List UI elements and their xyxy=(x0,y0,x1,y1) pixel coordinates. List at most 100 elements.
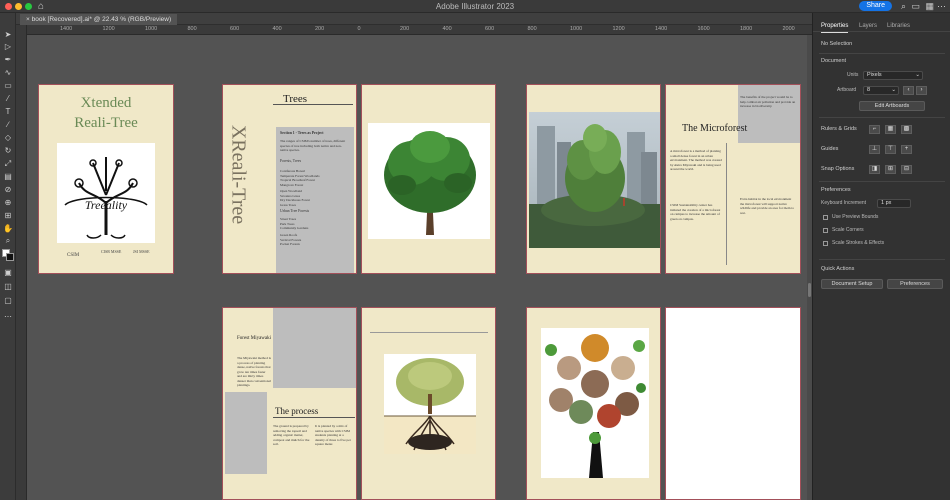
smart-guides-icon[interactable]: + xyxy=(901,145,912,154)
tools-panel: ➤ ▷ ✒ ∿ ▭ ⁄ T ∕ ◇ ↻ ⤢ ▤ ⊘ ⊕ ⊞ ✋ ⌕ ▣ ◫ ▢ … xyxy=(0,13,16,500)
use-preview-bounds-checkbox[interactable] xyxy=(823,215,828,220)
direct-selection-tool-icon[interactable]: ▷ xyxy=(3,43,13,51)
tab-layers[interactable]: Layers xyxy=(859,20,877,32)
type-tool-icon[interactable]: T xyxy=(3,108,13,116)
urban-list-c: Street Trees Park Trees Community Garden… xyxy=(280,217,309,230)
units-select[interactable]: Pixels ⌄ xyxy=(863,71,923,80)
artboard-prev-icon[interactable]: ‹ xyxy=(903,86,914,95)
tree-photo xyxy=(368,123,490,239)
guides-label: Guides xyxy=(821,146,839,152)
scale-tool-icon[interactable]: ⤢ xyxy=(3,160,13,168)
line-tool-icon[interactable]: ∕ xyxy=(3,121,13,129)
artboard-next-icon[interactable]: › xyxy=(916,86,927,95)
document-tab[interactable]: × book [Recovered].ai* @ 22.43 % (RGB/Pr… xyxy=(20,14,178,25)
artboard-collage[interactable] xyxy=(526,307,661,500)
ruler-tick-label: 400 xyxy=(442,26,452,32)
microforest-right-bottom-paragraph: Extra habitat in the local environment t… xyxy=(740,197,794,215)
artboard-tree-photo[interactable] xyxy=(361,84,496,274)
grid-icon[interactable]: ▦ xyxy=(885,125,896,134)
rotate-tool-icon[interactable]: ↻ xyxy=(3,147,13,155)
document-setup-button[interactable]: Document Setup xyxy=(821,279,883,289)
ruler-tick-label: 1000 xyxy=(570,26,583,32)
pen-tool-icon[interactable]: ✒ xyxy=(3,56,13,64)
chevron-down-icon: ⌄ xyxy=(915,72,920,78)
process-left-paragraph: The ground is prepared by removing the t… xyxy=(273,424,310,446)
ruler-tick-label: 800 xyxy=(187,26,197,32)
lock-guides-icon[interactable]: ⊤ xyxy=(885,145,896,154)
scale-strokes-checkbox[interactable] xyxy=(823,241,828,246)
workspace-icon[interactable]: ▦ xyxy=(925,0,934,12)
top-rule xyxy=(370,332,488,333)
cover-footer-mid: CISR MSSE xyxy=(101,249,122,254)
column-divider xyxy=(726,143,727,265)
artboard-roots[interactable] xyxy=(361,307,496,500)
collage-tree-image xyxy=(541,328,649,478)
window-title-bar: ⌂ Adobe Illustrator 2023 Share ⌕ ▭ ▦ ⋯ xyxy=(0,0,950,13)
edit-toolbar-icon[interactable]: ⋯ xyxy=(3,313,13,321)
tab-properties[interactable]: Properties xyxy=(821,20,849,33)
keyboard-increment-label: Keyboard Increment xyxy=(821,200,867,206)
tab-libraries[interactable]: Libraries xyxy=(887,20,910,32)
panel-divider xyxy=(819,117,945,118)
selection-tool-icon[interactable]: ➤ xyxy=(3,31,13,39)
brush-tool-icon[interactable]: ⁄ xyxy=(3,95,13,103)
screen-mode-icon[interactable]: ▢ xyxy=(3,297,13,305)
gradient-tool-icon[interactable]: ▤ xyxy=(3,173,13,181)
artboard-blank[interactable] xyxy=(665,307,801,500)
eyedropper-tool-icon[interactable]: ⊘ xyxy=(3,186,13,194)
artboard-trees[interactable]: Trees XReali-Tree Section 1 - Trees as P… xyxy=(222,84,357,274)
blend-tool-icon[interactable]: ⊕ xyxy=(3,199,13,207)
curvature-tool-icon[interactable]: ∿ xyxy=(3,69,13,77)
edit-artboards-button[interactable]: Edit Artboards xyxy=(859,101,925,111)
panel-divider xyxy=(819,259,945,260)
artboard-microforest-render[interactable] xyxy=(526,84,661,274)
artboard-microforest-text[interactable]: The Microforest A microforest is a metho… xyxy=(665,84,801,274)
preferences-button[interactable]: Preferences xyxy=(887,279,943,289)
properties-panel: Properties Layers Libraries No Selection… xyxy=(812,13,950,500)
ruler-tick-label: 1400 xyxy=(60,26,73,32)
zoom-tool-icon[interactable]: ⌕ xyxy=(3,237,13,245)
artboard-cover[interactable]: Xtended Reali-Tree Treeality CSIM CISR M… xyxy=(38,84,174,274)
ruler-tick-label: 1600 xyxy=(697,26,710,32)
process-right-paragraph: It is planted by a mix of native species… xyxy=(315,424,351,446)
vertical-title: XReali-Tree xyxy=(227,124,250,225)
rectangle-tool-icon[interactable]: ▭ xyxy=(3,82,13,90)
artboard-process[interactable]: Forest Miyawaki The Miyawaki method is a… xyxy=(222,307,357,500)
transparency-grid-icon[interactable]: ▩ xyxy=(901,125,912,134)
hand-tool-icon[interactable]: ✋ xyxy=(3,225,13,233)
snap-to-pixel-icon[interactable]: ⊞ xyxy=(885,165,896,174)
eraser-tool-icon[interactable]: ◇ xyxy=(3,134,13,142)
help-icon[interactable]: ⋯ xyxy=(937,0,946,12)
ruler-tick-label: 800 xyxy=(527,26,537,32)
artboard-tool-icon[interactable]: ⊞ xyxy=(3,212,13,220)
scale-corners-checkbox[interactable] xyxy=(823,228,828,233)
color-mode-icon[interactable]: ▣ xyxy=(3,269,13,277)
artboard-label: Artboard xyxy=(837,87,857,93)
artboard-select[interactable]: 8 ⌄ xyxy=(863,86,899,95)
vertical-scrollbar-thumb[interactable] xyxy=(808,283,811,297)
process-heading: The process xyxy=(275,406,319,416)
process-rule xyxy=(273,417,355,418)
stroke-color-swatch[interactable] xyxy=(6,253,14,261)
forest-list-a: Coniferous Boreal Temperate Forest Woodl… xyxy=(280,169,320,187)
ruler-tick-label: 200 xyxy=(400,26,410,32)
ruler-tick-label: 2000 xyxy=(782,26,795,32)
cover-title-line1: Xtended xyxy=(80,95,132,111)
document-tab-bar: × book [Recovered].ai* @ 22.43 % (RGB/Pr… xyxy=(16,13,812,25)
rulers-grids-label: Rulers & Grids xyxy=(821,126,857,132)
snap-to-glyph-icon[interactable]: ⊟ xyxy=(901,165,912,174)
treeality-logo: Treeality xyxy=(57,143,155,243)
ruler-tick-label: 0 xyxy=(357,26,361,32)
gray-block-top xyxy=(738,85,800,143)
arrange-icon[interactable]: ▭ xyxy=(911,0,920,12)
vertical-ruler xyxy=(16,25,27,500)
keyboard-increment-input[interactable]: 1 px xyxy=(877,199,911,208)
ruler-icon[interactable]: ⌐ xyxy=(869,125,880,134)
app-title: Adobe Illustrator 2023 xyxy=(435,2,515,11)
snap-to-point-icon[interactable]: ◨ xyxy=(869,165,880,174)
draw-mode-icon[interactable]: ◫ xyxy=(3,283,13,291)
search-icon[interactable]: ⌕ xyxy=(901,0,906,12)
show-guides-icon[interactable]: ⊥ xyxy=(869,145,880,154)
ruler-tick-label: 1400 xyxy=(655,26,668,32)
share-button[interactable]: Share xyxy=(859,1,892,11)
